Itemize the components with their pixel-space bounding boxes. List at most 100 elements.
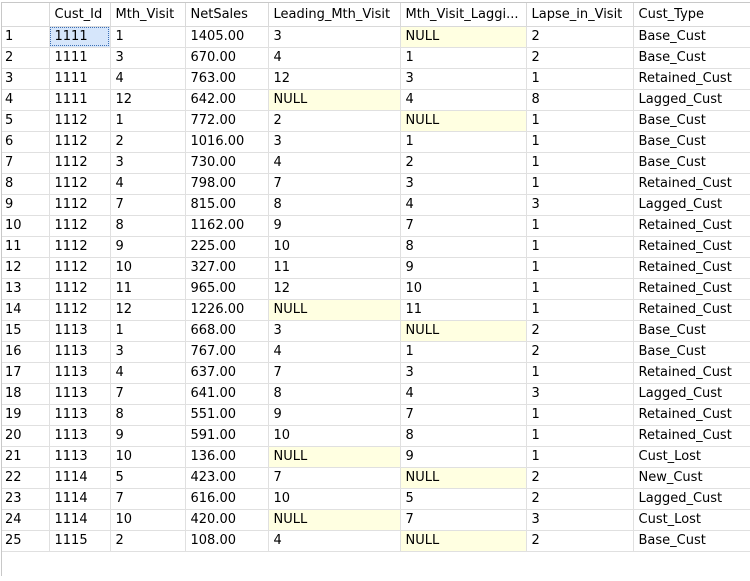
cust-id-cell[interactable]: 1114 — [49, 488, 111, 510]
table-row[interactable]: 3 1111 4 763.00 12 3 1 Retained_Cust — [2, 68, 750, 90]
leading-mth-visit-cell[interactable]: 8 — [268, 383, 401, 405]
netsales-cell[interactable]: 423.00 — [185, 467, 269, 489]
row-number[interactable]: 3 — [2, 68, 50, 90]
mth-visit-lagging-cell[interactable]: NULL — [400, 26, 527, 48]
row-number[interactable]: 20 — [2, 425, 50, 447]
cust-id-cell[interactable]: 1112 — [49, 236, 111, 258]
mth-visit-lagging-cell[interactable]: 4 — [400, 89, 527, 111]
cust-type-cell[interactable]: New_Cust — [633, 467, 750, 489]
mth-visit-cell[interactable]: 4 — [110, 68, 186, 90]
row-number[interactable]: 15 — [2, 320, 50, 342]
cust-id-cell[interactable]: 1112 — [49, 257, 111, 279]
netsales-cell[interactable]: 668.00 — [185, 320, 269, 342]
mth-visit-cell[interactable]: 11 — [110, 278, 186, 300]
row-number[interactable]: 19 — [2, 404, 50, 426]
cust-type-cell[interactable]: Retained_Cust — [633, 299, 750, 321]
netsales-cell[interactable]: 642.00 — [185, 89, 269, 111]
netsales-cell[interactable]: 1226.00 — [185, 299, 269, 321]
cust-type-cell[interactable]: Retained_Cust — [633, 404, 750, 426]
mth-visit-lagging-cell[interactable]: 9 — [400, 446, 527, 468]
leading-mth-visit-cell[interactable]: 7 — [268, 362, 401, 384]
mth-visit-lagging-cell[interactable]: 3 — [400, 173, 527, 195]
lapse-in-visit-cell[interactable]: 1 — [526, 362, 634, 384]
mth-visit-lagging-cell[interactable]: 1 — [400, 131, 527, 153]
results-grid[interactable]: Cust_Id Mth_Visit NetSales Leading_Mth_V… — [1, 2, 750, 576]
lapse-in-visit-cell[interactable]: 2 — [526, 47, 634, 69]
lapse-in-visit-cell[interactable]: 3 — [526, 509, 634, 531]
mth-visit-cell[interactable]: 12 — [110, 89, 186, 111]
mth-visit-lagging-cell[interactable]: 2 — [400, 152, 527, 174]
cust-id-cell[interactable]: 1112 — [49, 215, 111, 237]
table-row[interactable]: 9 1112 7 815.00 8 4 3 Lagged_Cust — [2, 194, 750, 216]
cust-type-cell[interactable]: Cust_Lost — [633, 446, 750, 468]
row-number[interactable]: 13 — [2, 278, 50, 300]
table-row[interactable]: 23 1114 7 616.00 10 5 2 Lagged_Cust — [2, 488, 750, 510]
lapse-in-visit-cell[interactable]: 1 — [526, 236, 634, 258]
cust-type-cell[interactable]: Base_Cust — [633, 110, 750, 132]
leading-mth-visit-cell[interactable]: 12 — [268, 68, 401, 90]
table-row[interactable]: 16 1113 3 767.00 4 1 2 Base_Cust — [2, 341, 750, 363]
cust-type-cell[interactable]: Lagged_Cust — [633, 194, 750, 216]
table-row[interactable]: 7 1112 3 730.00 4 2 1 Base_Cust — [2, 152, 750, 174]
cust-type-cell[interactable]: Lagged_Cust — [633, 383, 750, 405]
lapse-in-visit-cell[interactable]: 1 — [526, 278, 634, 300]
cust-id-cell[interactable]: 1115 — [49, 530, 111, 552]
mth-visit-cell[interactable]: 10 — [110, 446, 186, 468]
table-row[interactable]: 8 1112 4 798.00 7 3 1 Retained_Cust — [2, 173, 750, 195]
row-number[interactable]: 18 — [2, 383, 50, 405]
column-header-lapse-in-visit[interactable]: Lapse_in_Visit — [526, 3, 634, 27]
row-number[interactable]: 2 — [2, 47, 50, 69]
mth-visit-lagging-cell[interactable]: 8 — [400, 236, 527, 258]
row-number[interactable]: 24 — [2, 509, 50, 531]
mth-visit-cell[interactable]: 9 — [110, 425, 186, 447]
lapse-in-visit-cell[interactable]: 1 — [526, 173, 634, 195]
netsales-cell[interactable]: 641.00 — [185, 383, 269, 405]
mth-visit-lagging-cell[interactable]: 10 — [400, 278, 527, 300]
mth-visit-lagging-cell[interactable]: 3 — [400, 362, 527, 384]
cust-type-cell[interactable]: Retained_Cust — [633, 362, 750, 384]
netsales-cell[interactable]: 591.00 — [185, 425, 269, 447]
mth-visit-cell[interactable]: 1 — [110, 110, 186, 132]
leading-mth-visit-cell[interactable]: 4 — [268, 530, 401, 552]
cust-type-cell[interactable]: Retained_Cust — [633, 236, 750, 258]
leading-mth-visit-cell[interactable]: 10 — [268, 425, 401, 447]
lapse-in-visit-cell[interactable]: 2 — [526, 320, 634, 342]
row-number[interactable]: 9 — [2, 194, 50, 216]
row-number[interactable]: 5 — [2, 110, 50, 132]
mth-visit-lagging-cell[interactable]: 7 — [400, 404, 527, 426]
mth-visit-cell[interactable]: 7 — [110, 194, 186, 216]
mth-visit-lagging-cell[interactable]: 7 — [400, 215, 527, 237]
table-row[interactable]: 19 1113 8 551.00 9 7 1 Retained_Cust — [2, 404, 750, 426]
netsales-cell[interactable]: 616.00 — [185, 488, 269, 510]
mth-visit-cell[interactable]: 2 — [110, 530, 186, 552]
row-number[interactable]: 17 — [2, 362, 50, 384]
table-row[interactable]: 13 1112 11 965.00 12 10 1 Retained_Cust — [2, 278, 750, 300]
mth-visit-cell[interactable]: 5 — [110, 467, 186, 489]
row-number[interactable]: 25 — [2, 530, 50, 552]
cust-id-cell[interactable]: 1112 — [49, 152, 111, 174]
column-header-cust-id[interactable]: Cust_Id — [49, 3, 111, 27]
leading-mth-visit-cell[interactable]: NULL — [268, 446, 401, 468]
leading-mth-visit-cell[interactable]: 7 — [268, 467, 401, 489]
lapse-in-visit-cell[interactable]: 1 — [526, 446, 634, 468]
lapse-in-visit-cell[interactable]: 1 — [526, 425, 634, 447]
cust-id-cell[interactable]: 1112 — [49, 131, 111, 153]
lapse-in-visit-cell[interactable]: 2 — [526, 467, 634, 489]
mth-visit-cell[interactable]: 8 — [110, 215, 186, 237]
cust-type-cell[interactable]: Base_Cust — [633, 320, 750, 342]
netsales-cell[interactable]: 136.00 — [185, 446, 269, 468]
mth-visit-cell[interactable]: 1 — [110, 320, 186, 342]
table-row[interactable]: 22 1114 5 423.00 7 NULL 2 New_Cust — [2, 467, 750, 489]
cust-type-cell[interactable]: Retained_Cust — [633, 215, 750, 237]
cust-id-cell[interactable]: 1112 — [49, 299, 111, 321]
table-row[interactable]: 11 1112 9 225.00 10 8 1 Retained_Cust — [2, 236, 750, 258]
netsales-cell[interactable]: 798.00 — [185, 173, 269, 195]
netsales-cell[interactable]: 670.00 — [185, 47, 269, 69]
leading-mth-visit-cell[interactable]: 10 — [268, 236, 401, 258]
netsales-cell[interactable]: 637.00 — [185, 362, 269, 384]
mth-visit-lagging-cell[interactable]: 3 — [400, 68, 527, 90]
row-number[interactable]: 11 — [2, 236, 50, 258]
mth-visit-lagging-cell[interactable]: 11 — [400, 299, 527, 321]
mth-visit-lagging-cell[interactable]: 1 — [400, 341, 527, 363]
mth-visit-cell[interactable]: 10 — [110, 509, 186, 531]
